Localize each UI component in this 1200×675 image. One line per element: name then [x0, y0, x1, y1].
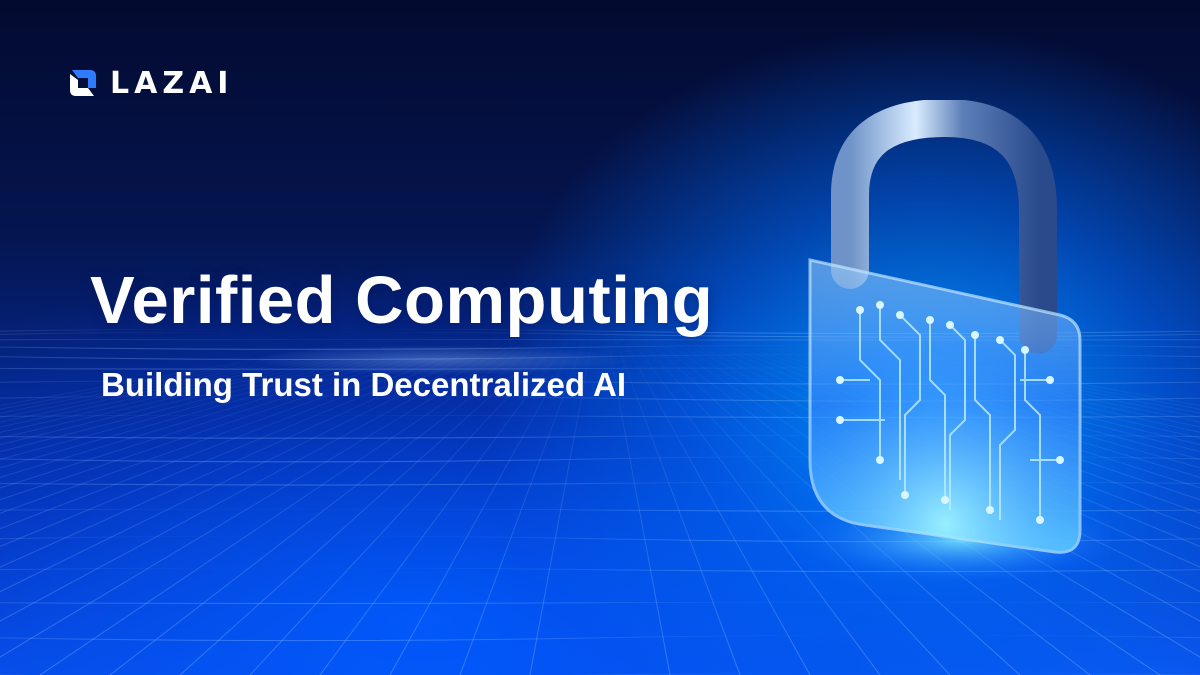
- brand-logo[interactable]: LAZAI: [66, 65, 234, 101]
- page-subtitle: Building Trust in Decentralized AI: [101, 366, 627, 403]
- hero-banner: LAZAI Verified Computing Building Trust …: [0, 0, 1200, 675]
- page-title: Verified Computing: [90, 263, 714, 338]
- padlock-circuit-icon: [790, 100, 1110, 580]
- brand-name: LAZAI: [110, 65, 234, 101]
- lazai-logo-icon: [70, 70, 96, 96]
